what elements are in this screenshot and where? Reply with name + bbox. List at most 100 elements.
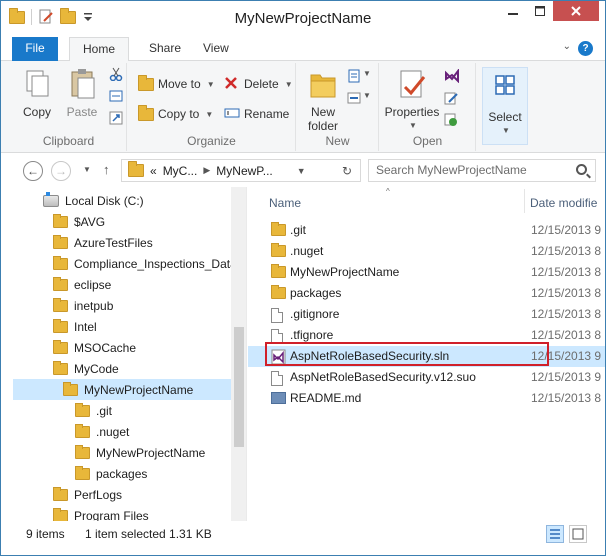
file-row[interactable]: README.md 12/15/2013 8	[248, 388, 605, 409]
nav-scrollbar[interactable]	[231, 187, 246, 521]
open-group-label: Open	[412, 134, 443, 148]
folder-icon	[271, 285, 286, 299]
rename-button[interactable]: Rename	[224, 105, 289, 123]
nav-tree-item[interactable]: eclipse	[53, 274, 111, 295]
delete-label: Delete	[244, 77, 279, 91]
refresh-icon[interactable]: ↻	[342, 164, 352, 178]
new-folder-label: New folder	[307, 105, 339, 133]
address-row: ← → ▼ ↑ « MyC... ▶ MyNewP... ▼ ↻ Search …	[1, 153, 605, 187]
file-date: 12/15/2013 8	[531, 244, 602, 258]
tab-home[interactable]: Home	[69, 37, 129, 62]
up-arrow-icon[interactable]: ↑	[103, 162, 110, 177]
folder-icon	[53, 360, 68, 375]
chevron-down-icon: ▼	[205, 109, 214, 119]
file-name: .gitignore	[290, 307, 340, 321]
history-icon[interactable]	[444, 113, 458, 127]
nav-tree-item[interactable]: Intel	[53, 316, 97, 337]
chevron-down-icon[interactable]: ⌄	[563, 41, 571, 52]
copy-to-button[interactable]: Copy to ▼	[138, 104, 214, 123]
file-row[interactable]: MyNewProjectName 12/15/2013 8	[248, 262, 605, 283]
paste-shortcut-icon[interactable]	[109, 111, 123, 125]
file-row[interactable]: .gitignore 12/15/2013 8	[248, 304, 605, 325]
search-input[interactable]: Search MyNewProjectName	[368, 159, 596, 182]
folder-icon	[75, 465, 90, 480]
back-button[interactable]: ←	[23, 161, 43, 181]
file-row[interactable]: .git 12/15/2013 9	[248, 220, 605, 241]
nav-tree-item[interactable]: Compliance_Inspections_Data	[53, 253, 237, 274]
tab-file[interactable]: File	[12, 37, 58, 61]
help-icon[interactable]: ?	[578, 41, 593, 56]
nav-tree-item[interactable]: Local Disk (C:)	[43, 190, 144, 211]
selection-info: 1 item selected 1.31 KB	[85, 527, 212, 541]
new-item-icon[interactable]	[347, 69, 361, 83]
scrollbar-thumb[interactable]	[234, 327, 244, 447]
folder-icon	[53, 486, 68, 501]
folder-icon	[53, 339, 68, 354]
nav-tree-item[interactable]: packages	[75, 463, 147, 484]
visual-studio-icon[interactable]	[444, 68, 459, 84]
nav-tree-item[interactable]: Program Files	[53, 505, 149, 521]
file-row[interactable]: AspNetRoleBasedSecurity.v12.suo 12/15/201…	[248, 367, 605, 388]
nav-tree-item-label: .git	[96, 403, 113, 418]
column-divider[interactable]	[524, 189, 525, 213]
folder-icon	[53, 276, 68, 291]
move-to-button[interactable]: Move to ▼	[138, 74, 215, 93]
file-date: 12/15/2013 8	[531, 265, 602, 279]
minimize-icon[interactable]	[499, 1, 526, 21]
copy-path-icon[interactable]	[109, 89, 123, 103]
nav-tree-item[interactable]: $AVG	[53, 211, 105, 232]
paste-button[interactable]: Paste	[61, 67, 103, 119]
chevron-down-icon[interactable]: ▼	[297, 166, 306, 176]
cut-icon[interactable]	[109, 67, 123, 82]
address-bar[interactable]: « MyC... ▶ MyNewP... ▼	[121, 159, 361, 182]
nav-tree-item[interactable]: AzureTestFiles	[53, 232, 153, 253]
column-header-date[interactable]: Date modifie	[530, 196, 597, 210]
nav-tree-item[interactable]: MyCode	[53, 358, 119, 379]
folder-icon	[63, 381, 78, 396]
file-date: 12/15/2013 9	[531, 223, 602, 237]
breadcrumb-mynewproject[interactable]: MyNewP...	[216, 164, 272, 178]
arrow-right-icon: →	[55, 164, 67, 178]
ribbon: Copy Paste Clipboard Move to ▼ Delete ▼ …	[1, 61, 605, 153]
maximize-icon[interactable]	[526, 1, 553, 21]
file-row[interactable]: .nuget 12/15/2013 8	[248, 241, 605, 262]
file-icon	[271, 308, 283, 323]
forward-button[interactable]: →	[51, 161, 71, 181]
chevron-right-icon[interactable]: ▶	[203, 165, 210, 176]
nav-tree-item[interactable]: MyNewProjectName	[13, 379, 231, 400]
copy-button[interactable]: Copy	[17, 67, 57, 119]
chevron-down-icon[interactable]: ▼	[363, 91, 377, 105]
close-icon[interactable]	[553, 1, 599, 21]
folder-icon	[75, 402, 90, 417]
nav-tree-item-label: AzureTestFiles	[74, 235, 153, 250]
details-view-icon[interactable]	[546, 525, 564, 543]
properties-label: Properties	[384, 105, 440, 119]
select-label: Select	[488, 110, 522, 124]
nav-tree-item[interactable]: PerfLogs	[53, 484, 122, 505]
properties-button[interactable]: Properties ▼	[382, 67, 442, 133]
large-icons-view-icon[interactable]	[569, 525, 587, 543]
sort-ascending-icon: ^	[386, 187, 390, 196]
rename-label: Rename	[244, 107, 290, 121]
delete-button[interactable]: Delete ▼	[224, 75, 293, 93]
breadcrumb-mycode[interactable]: MyC...	[163, 164, 198, 178]
file-row[interactable]: packages 12/15/2013 8	[248, 283, 605, 304]
nav-tree-item[interactable]: inetpub	[53, 295, 113, 316]
nav-tree-item[interactable]: MSOCache	[53, 337, 136, 358]
nav-tree-item-label: MyCode	[74, 361, 119, 376]
tab-view[interactable]: View	[191, 37, 241, 61]
search-icon[interactable]	[576, 164, 587, 175]
chevron-down-icon[interactable]: ▼	[363, 69, 377, 83]
nav-tree-item[interactable]: .git	[75, 400, 112, 421]
tab-share[interactable]: Share	[137, 37, 193, 61]
recent-locations-icon[interactable]: ▼	[83, 165, 91, 174]
edit-icon[interactable]	[444, 91, 458, 105]
nav-tree-item[interactable]: .nuget	[75, 421, 129, 442]
new-folder-button[interactable]: New folder	[301, 67, 345, 133]
select-button[interactable]: Select ▼	[482, 67, 528, 145]
column-header-name[interactable]: Name	[269, 196, 301, 210]
breadcrumb-overflow[interactable]: «	[150, 164, 157, 178]
arrow-left-icon: ←	[27, 164, 39, 178]
nav-tree-item[interactable]: MyNewProjectName	[75, 442, 205, 463]
easy-access-icon[interactable]	[347, 91, 361, 105]
